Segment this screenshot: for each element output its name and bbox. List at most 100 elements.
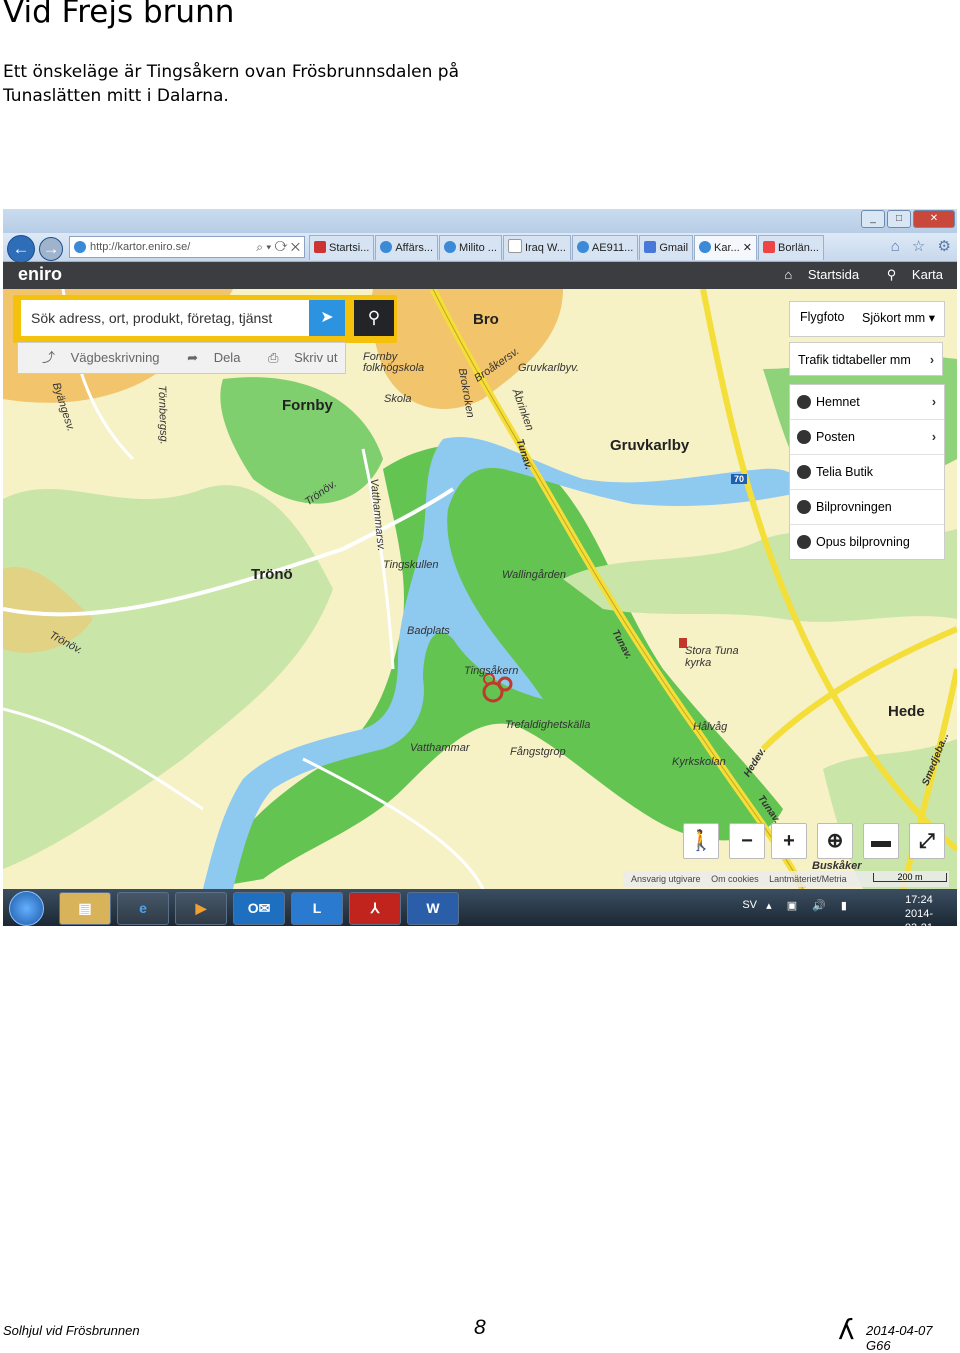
plus-icon: + xyxy=(783,830,795,852)
tray-icons[interactable]: ▴ ▣ 🔊 ▮ xyxy=(766,899,853,912)
ie-icon xyxy=(444,241,457,253)
outlook-icon[interactable]: O✉ xyxy=(233,892,285,925)
tab-milito[interactable]: Milito ... xyxy=(439,235,502,260)
tab-gmail[interactable]: Gmail xyxy=(639,235,694,260)
traffic-button[interactable]: Trafik tidtabeller mm › xyxy=(789,342,943,376)
poi-hemnet[interactable]: Hemnet › xyxy=(790,385,944,420)
tab-ae911[interactable]: AE911... xyxy=(571,235,639,260)
map-label-fangstgrop: Fångstgrop xyxy=(510,746,566,758)
chevron-right-icon: › xyxy=(931,395,936,409)
nav-startsida[interactable]: ⌂ Startsida xyxy=(772,267,859,282)
maximize-button[interactable]: □ xyxy=(887,210,911,228)
poi-opus[interactable]: Opus bilprovning xyxy=(790,525,944,559)
map-favicon-icon xyxy=(763,241,776,253)
printer-icon: ⎙ xyxy=(268,350,279,365)
word-icon[interactable]: W xyxy=(407,892,459,925)
close-tab-icon[interactable]: ✕ xyxy=(743,242,752,254)
tab-kartor[interactable]: Kar... ✕ xyxy=(694,235,758,260)
layer-sjokort[interactable]: Sjökort mm ▾ xyxy=(862,310,935,325)
chevron-right-icon: › xyxy=(929,353,934,367)
home-icon[interactable]: ⌂ xyxy=(891,238,900,255)
eniro-header: eniro ⌂ Startsida ⚲ Karta xyxy=(3,262,957,289)
eniro-logo[interactable]: eniro xyxy=(18,264,62,285)
document-title: Vid Frejs brunn xyxy=(3,0,235,30)
poi-posten[interactable]: Posten › xyxy=(790,420,944,455)
media-player-icon[interactable]: ▶ xyxy=(175,892,227,925)
internet-explorer-icon[interactable]: e xyxy=(117,892,169,925)
footer-page-number: 8 xyxy=(474,1316,486,1339)
footer-right-text: 2014-04-07 G66 xyxy=(866,1323,933,1353)
clock-date: 2014-03-21 xyxy=(904,908,933,926)
start-button[interactable] xyxy=(9,891,44,926)
forward-arrow-icon: → xyxy=(42,239,60,258)
layer-flygfoto[interactable]: Flygfoto xyxy=(800,310,844,324)
document-paragraph: Ett önskeläge är Tingsåkern ovan Frösbru… xyxy=(3,62,460,106)
print-button[interactable]: ⎙ Skriv ut xyxy=(256,350,337,365)
map-label-trono: Trönö xyxy=(251,566,293,583)
forward-button[interactable]: → xyxy=(39,237,63,261)
wikipedia-icon xyxy=(507,239,522,253)
tab-startsida[interactable]: Startsi... xyxy=(309,235,375,260)
acrobat-icon[interactable]: ⅄ xyxy=(349,892,401,925)
attribution-publisher-link[interactable]: Ansvarig utgivare xyxy=(631,874,701,884)
map-label-tingskullen: Tingskullen xyxy=(383,559,439,571)
zoom-out-button[interactable]: − xyxy=(729,823,765,859)
language-indicator[interactable]: SV xyxy=(742,899,757,911)
chevron-right-icon: › xyxy=(931,430,936,444)
minimize-button[interactable]: _ xyxy=(861,210,885,228)
hemnet-icon xyxy=(797,395,811,409)
poi-bilprovningen[interactable]: Bilprovningen xyxy=(790,490,944,525)
poi-telia[interactable]: Telia Butik xyxy=(790,455,944,490)
map-label-gruvkarlby: Gruvkarlby xyxy=(610,437,690,454)
settings-gear-icon[interactable]: ⚙ xyxy=(938,238,951,255)
map-pin-icon: ⚲ xyxy=(886,267,897,282)
clock[interactable]: 17:24 2014-03-21 xyxy=(905,893,933,926)
tab-borlange[interactable]: Borlän... xyxy=(758,235,824,260)
tab-strip: Startsi... Affärs... Milito ... Iraq W..… xyxy=(309,235,825,261)
map-label-skola: Skola xyxy=(384,393,412,405)
map-canvas[interactable]: Bro Fornby Fornby folkhögskola Skola Gru… xyxy=(3,289,957,889)
map-label-stora-tuna-kyrka: Stora Tuna kyrka xyxy=(685,645,739,669)
my-location-button[interactable]: ⊕ xyxy=(817,823,853,859)
location-arrow-icon: ➤ xyxy=(320,309,334,326)
street-view-button[interactable]: 🚶 xyxy=(683,823,719,859)
map-label-badplats: Badplats xyxy=(407,625,450,637)
map-tools: ⤴ Vägbeskrivning ➦ Dela ⎙ Skriv ut xyxy=(17,342,346,374)
search-button[interactable]: ⚲ xyxy=(354,300,394,336)
map-label-gruvkarlbyv: Gruvkarlbyv. xyxy=(518,362,579,374)
clock-time: 17:24 xyxy=(905,894,933,906)
file-explorer-icon[interactable]: ▤ xyxy=(59,892,111,925)
locate-me-button[interactable]: ➤ xyxy=(309,300,345,336)
eniro-nav: ⌂ Startsida ⚲ Karta xyxy=(760,267,943,283)
bilprovningen-icon xyxy=(797,500,811,514)
nav-karta[interactable]: ⚲ Karta xyxy=(875,267,943,282)
map-label-vatthammar: Vatthammar xyxy=(410,742,470,754)
close-window-button[interactable]: ✕ xyxy=(913,210,955,228)
posten-icon xyxy=(797,430,811,444)
window-titlebar: _ □ ✕ xyxy=(3,209,957,233)
attribution-source: Lantmäteriet/Metria xyxy=(769,874,847,884)
measure-button[interactable]: ▬ xyxy=(863,823,899,859)
map-label-fornby-folkhogskola: Fornby folkhögskola xyxy=(363,351,425,374)
layer-panel: Flygfoto Sjökort mm ▾ xyxy=(789,301,945,337)
ie-icon xyxy=(699,241,712,253)
fullscreen-button[interactable]: ⤢ xyxy=(909,823,945,859)
directions-button[interactable]: ⤴ Vägbeskrivning xyxy=(30,350,160,365)
share-arrow-icon: ➦ xyxy=(187,350,199,365)
lync-icon[interactable]: L xyxy=(291,892,343,925)
zoom-in-button[interactable]: + xyxy=(771,823,807,859)
favorites-star-icon[interactable]: ☆ xyxy=(912,238,925,255)
share-button[interactable]: ➦ Dela xyxy=(175,350,240,365)
browser-toolbar: ← → http://kartor.eniro.se/ ⌕ ▾ ⟳ ✕ Star… xyxy=(3,233,957,263)
telia-icon xyxy=(797,465,811,479)
address-bar[interactable]: http://kartor.eniro.se/ ⌕ ▾ ⟳ ✕ xyxy=(69,236,305,258)
expand-icon: ⤢ xyxy=(919,830,935,852)
search-input[interactable] xyxy=(21,300,309,336)
map-label-trefaldighetskalla: Trefaldighetskälla xyxy=(505,719,591,731)
google-icon xyxy=(644,241,657,253)
back-button[interactable]: ← xyxy=(7,235,35,263)
address-actions[interactable]: ⌕ ▾ ⟳ ✕ xyxy=(256,237,300,257)
attribution-cookies-link[interactable]: Om cookies xyxy=(711,874,759,884)
tab-affars[interactable]: Affärs... xyxy=(375,235,439,260)
tab-iraq[interactable]: Iraq W... xyxy=(502,235,571,260)
